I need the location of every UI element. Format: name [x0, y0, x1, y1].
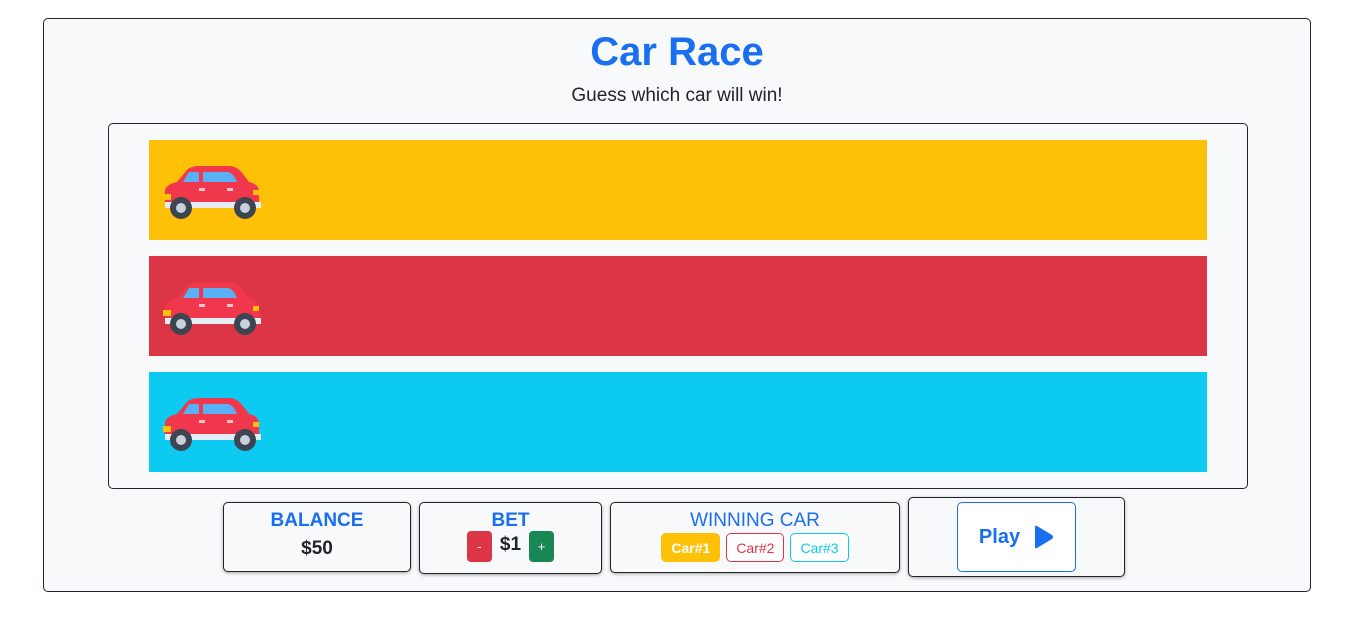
- red-car-icon: [163, 282, 261, 335]
- play-label: Play: [978, 525, 1021, 548]
- lane-2: [149, 256, 1207, 356]
- bet-controls: - $1 +: [420, 531, 601, 562]
- car-option-2-button[interactable]: Car#2: [726, 533, 785, 562]
- winning-car-panel: WINNING CAR Car#1 Car#2 Car#3: [610, 502, 900, 573]
- page-title: Car Race: [590, 30, 764, 74]
- play-panel: Play: [908, 497, 1125, 577]
- red-car-icon: [163, 398, 261, 451]
- bet-increase-button[interactable]: +: [529, 531, 555, 562]
- race-track: [108, 123, 1248, 489]
- balance-label: BALANCE: [270, 510, 364, 531]
- bet-panel: BET - $1 +: [419, 502, 602, 574]
- play-button[interactable]: Play: [957, 502, 1076, 572]
- car-option-1-button[interactable]: Car#1: [661, 533, 721, 562]
- balance-value: $50: [301, 538, 333, 559]
- play-icon: [1035, 525, 1054, 549]
- page-subtitle: Guess which car will win!: [571, 85, 783, 106]
- balance-panel: BALANCE $50: [223, 502, 411, 572]
- red-car-icon: [163, 166, 261, 219]
- bet-decrease-button[interactable]: -: [466, 531, 492, 562]
- winning-car-label: WINNING CAR: [690, 510, 820, 531]
- bet-value: $1: [499, 533, 522, 555]
- lane-1: [149, 140, 1207, 240]
- car-option-3-button[interactable]: Car#3: [790, 533, 849, 562]
- lane-3: [149, 372, 1207, 472]
- bet-label: BET: [491, 510, 530, 531]
- winning-car-options: Car#1 Car#2 Car#3: [611, 533, 899, 562]
